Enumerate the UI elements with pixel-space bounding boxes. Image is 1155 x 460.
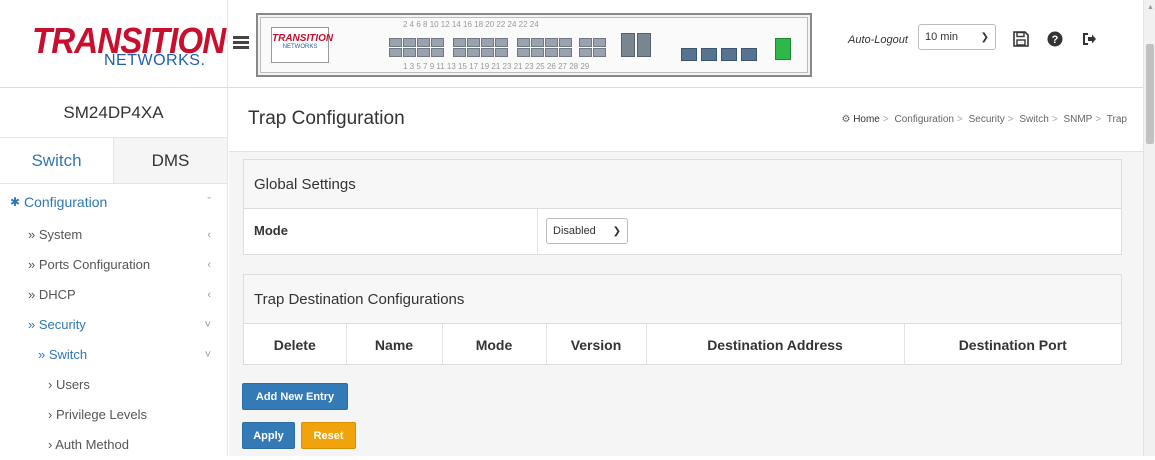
panel-heading: Global Settings xyxy=(244,160,1121,209)
auto-logout-value: 10 min xyxy=(925,31,959,43)
chevron-left-icon: ‹ xyxy=(207,289,211,301)
column-header-delete: Delete xyxy=(244,324,347,365)
mode-row: Mode Disabled ❯ xyxy=(244,209,1121,254)
device-logo: TRANSITION NETWORKS xyxy=(271,27,333,63)
auto-logout-select[interactable]: 10 min ❯ xyxy=(918,24,996,50)
chevron-down-icon: ˅ xyxy=(204,319,211,331)
logout-icon[interactable] xyxy=(1080,30,1098,48)
sidebar-item-label: » System xyxy=(28,227,83,242)
brand-logo[interactable]: TRANSITION NETWORKS. xyxy=(0,0,228,88)
sidebar-item-dhcp[interactable]: » DHCP ‹ xyxy=(0,280,227,310)
active-port[interactable] xyxy=(775,38,791,60)
scroll-up-icon[interactable]: ▲ xyxy=(1147,4,1154,11)
breadcrumb: ⚙ Home > Configuration > Security > Switch >… xyxy=(841,114,1127,125)
port-group-3[interactable] xyxy=(517,38,572,58)
sidebar-item-privilege-levels[interactable]: › Privilege Levels xyxy=(0,400,227,430)
sidebar-item-label: » Ports Configuration xyxy=(28,257,151,272)
global-settings-panel: Global Settings Mode Disabled ❯ xyxy=(243,159,1122,255)
device-model: SM24DP4XA xyxy=(0,88,227,138)
mode-select[interactable]: Disabled ❯ xyxy=(546,218,628,244)
sidebar-item-label: » Security xyxy=(28,317,86,332)
port-numbers-bottom: 1 3 5 7 9 11 13 15 17 19 21 23 21 23 25 … xyxy=(403,62,590,71)
breadcrumb-item[interactable]: Security xyxy=(969,114,1005,125)
column-header-destination-address: Destination Address xyxy=(646,324,905,365)
tab-switch[interactable]: Switch xyxy=(0,138,114,183)
home-icon: ⚙ xyxy=(841,114,851,125)
sidebar: SM24DP4XA Switch DMS ✱ Configuration ˇ »… xyxy=(0,88,228,456)
table-header-row: Delete Name Mode Version Destination Add… xyxy=(244,324,1121,365)
logo-subtext: NETWORKS. xyxy=(104,52,206,69)
sidebar-item-label: › Auth Method xyxy=(48,437,129,452)
chevron-down-icon: ❯ xyxy=(980,31,989,43)
sidebar-item-label: Configuration xyxy=(24,194,108,210)
chevron-left-icon: ‹ xyxy=(207,229,211,241)
chevron-down-icon: ❯ xyxy=(612,225,621,237)
menu-toggle-icon[interactable] xyxy=(233,36,249,50)
gear-icon: ✱ xyxy=(10,195,21,209)
device-panel-image: TRANSITION NETWORKS 2 4 6 8 10 12 14 16 … xyxy=(256,13,812,77)
port-group-1[interactable] xyxy=(389,38,444,58)
page-title: Trap Configuration xyxy=(248,108,405,129)
breadcrumb-item[interactable]: SNMP xyxy=(1063,114,1092,125)
sidebar-tabs: Switch DMS xyxy=(0,138,227,184)
column-header-name: Name xyxy=(346,324,443,365)
top-bar: TRANSITION NETWORKS. TRANSITION NETWORKS… xyxy=(0,0,1143,88)
port-group-combo[interactable] xyxy=(579,38,606,58)
auto-logout-label: Auto-Logout xyxy=(848,34,908,46)
main-content: Trap Configuration ⚙ Home > Configuration… xyxy=(229,88,1143,456)
breadcrumb-item[interactable]: Configuration xyxy=(895,114,954,125)
uplink-port[interactable] xyxy=(681,48,697,61)
sidebar-nav: ✱ Configuration ˇ » System ‹ » Ports Con… xyxy=(0,184,227,460)
mode-label: Mode xyxy=(254,223,288,238)
sidebar-item-label: › Users xyxy=(48,377,90,392)
page-scrollbar[interactable]: ▲ xyxy=(1143,0,1155,456)
sidebar-item-system[interactable]: » System ‹ xyxy=(0,220,227,250)
sidebar-item-label: » DHCP xyxy=(28,287,76,302)
column-header-mode: Mode xyxy=(442,324,547,365)
uplink-port[interactable] xyxy=(701,48,717,61)
save-icon[interactable] xyxy=(1012,30,1030,48)
sidebar-item-ports-configuration[interactable]: » Ports Configuration ‹ xyxy=(0,250,227,280)
sidebar-item-configuration[interactable]: ✱ Configuration ˇ xyxy=(0,184,227,220)
panel-heading: Trap Destination Configurations xyxy=(244,275,1121,324)
sidebar-item-switch[interactable]: » Switch ˅ xyxy=(0,340,227,370)
tab-dms[interactable]: DMS xyxy=(114,138,227,183)
sidebar-item-label: » Switch xyxy=(38,347,88,362)
breadcrumb-item[interactable]: Switch xyxy=(1019,114,1048,125)
svg-text:?: ? xyxy=(1052,34,1059,46)
chevron-down-icon: ˅ xyxy=(204,349,211,361)
mode-select-value: Disabled xyxy=(553,225,596,237)
reset-button[interactable]: Reset xyxy=(301,422,356,449)
help-icon[interactable]: ? xyxy=(1046,30,1064,48)
sfp-port[interactable] xyxy=(637,33,651,57)
port-numbers-top: 2 4 6 8 10 12 14 16 18 20 22 24 22 24 xyxy=(403,20,539,29)
sfp-port[interactable] xyxy=(621,33,635,57)
uplink-port[interactable] xyxy=(721,48,737,61)
sidebar-item-security[interactable]: » Security ˅ xyxy=(0,310,227,340)
sidebar-item-users[interactable]: › Users xyxy=(0,370,227,400)
trap-destination-panel: Trap Destination Configurations Delete N… xyxy=(243,274,1122,365)
port-group-2[interactable] xyxy=(453,38,508,58)
uplink-port[interactable] xyxy=(741,48,757,61)
trap-destination-table: Delete Name Mode Version Destination Add… xyxy=(244,324,1121,365)
page-header: Trap Configuration ⚙ Home > Configuration… xyxy=(229,88,1143,152)
chevron-left-icon: ‹ xyxy=(207,259,211,271)
chevron-down-icon: ˇ xyxy=(207,196,211,208)
add-new-entry-button[interactable]: Add New Entry xyxy=(242,383,348,410)
breadcrumb-item: Trap xyxy=(1106,114,1127,125)
sidebar-item-label: › Privilege Levels xyxy=(48,407,147,422)
scroll-thumb[interactable] xyxy=(1146,44,1154,144)
apply-button[interactable]: Apply xyxy=(242,422,295,449)
column-header-destination-port: Destination Port xyxy=(958,336,1067,353)
column-header-version: Version xyxy=(546,324,647,365)
breadcrumb-home[interactable]: Home xyxy=(853,114,880,125)
